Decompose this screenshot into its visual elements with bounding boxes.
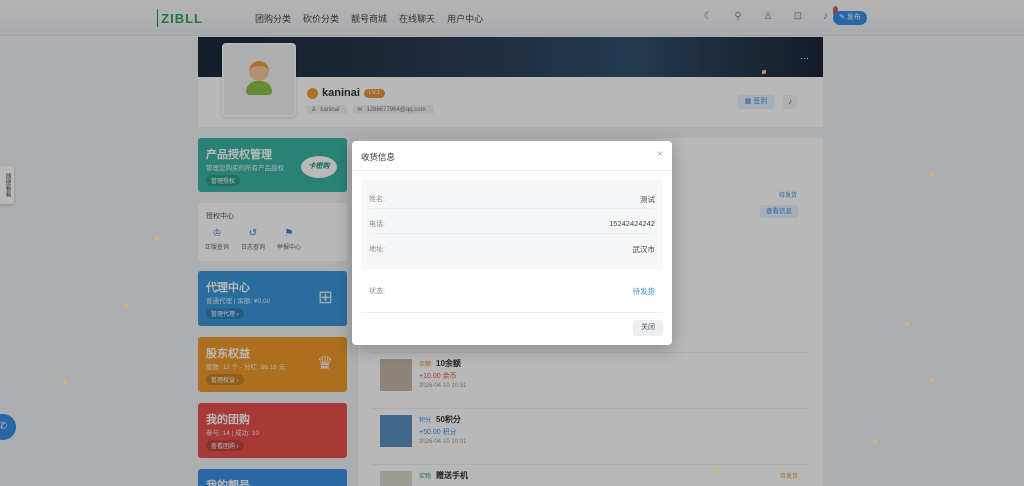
- address-value: 武汉市: [632, 245, 656, 254]
- leaf-decoration: [930, 378, 934, 382]
- phone-row: 电话: 15242424242: [369, 209, 655, 234]
- close-icon[interactable]: ×: [657, 149, 663, 160]
- modal-title: 收货信息: [361, 152, 396, 162]
- status-value: 待发货: [632, 287, 656, 296]
- name-row: 姓名: 测试: [369, 184, 655, 209]
- leaf-decoration: [124, 304, 128, 308]
- address-label: 地址:: [369, 246, 385, 253]
- status-row: 状态: 待发货: [361, 277, 663, 313]
- leaf-decoration: [715, 468, 719, 472]
- phone-label: 电话:: [369, 221, 385, 228]
- leaf-decoration: [905, 322, 909, 326]
- leaf-decoration: [155, 236, 159, 240]
- address-row: 地址: 武汉市: [369, 234, 655, 259]
- phone-value: 15242424242: [609, 219, 655, 228]
- leaf-decoration: [930, 172, 934, 176]
- name-value: 测试: [640, 195, 655, 204]
- status-label: 状态:: [369, 288, 385, 295]
- close-button[interactable]: 关闭: [633, 320, 663, 336]
- modal-divider: [352, 170, 672, 171]
- shipping-info-modal: 收货信息 × 姓名: 测试 电话: 15242424242 地址: 武汉市 状态…: [352, 141, 672, 345]
- leaf-decoration: [63, 380, 67, 384]
- leaf-decoration: [873, 440, 877, 444]
- leaf-decoration: [762, 70, 766, 74]
- name-label: 姓名:: [369, 196, 385, 203]
- shipping-info-box: 姓名: 测试 电话: 15242424242 地址: 武汉市: [361, 180, 663, 269]
